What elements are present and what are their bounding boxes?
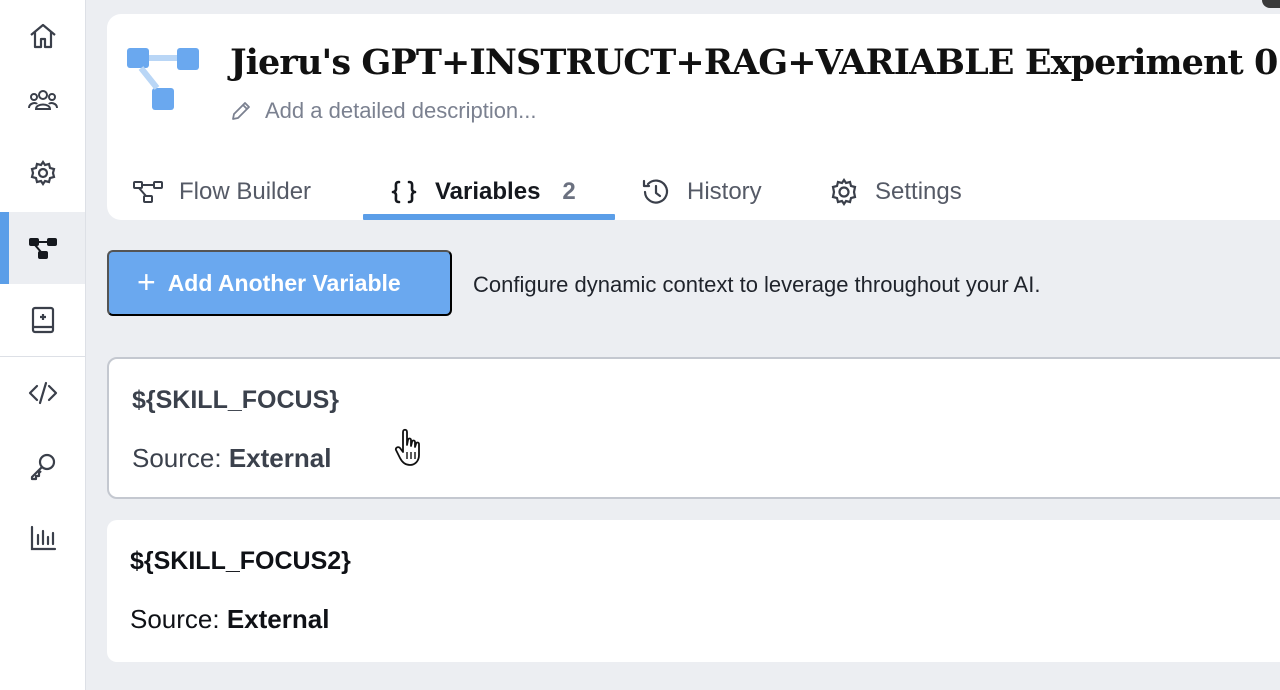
tab-settings[interactable]: Settings [827,164,962,220]
sidebar-item-knowledge[interactable] [0,284,85,356]
add-variable-label: Add Another Variable [167,269,401,296]
tab-label: Settings [875,178,962,205]
history-icon [642,179,669,204]
active-tab-indicator [363,214,615,220]
description-placeholder: Add a detailed description... [265,98,537,123]
hand-pointer-icon [394,428,420,466]
braces-icon [391,180,417,204]
variable-source: Source: External [130,604,329,635]
users-icon [27,90,58,110]
tab-flow-builder[interactable]: Flow Builder [131,164,311,220]
variable-card[interactable]: ${SKILL_FOCUS} Source: External [107,357,1280,499]
home-icon [29,23,56,49]
sidebar-item-team[interactable] [0,64,85,136]
variable-source: Source: External [132,443,331,474]
tab-history[interactable]: History [639,164,762,220]
sidebar-item-flows[interactable] [0,212,85,284]
tab-variables[interactable]: Variables 2 [387,164,576,220]
add-variable-button[interactable]: + Add Another Variable [107,250,452,316]
source-label: Source: [130,604,220,634]
flow-header: Jieru's GPT+INSTRUCT+RAG+VARIABLE Experi… [107,14,1280,220]
sidebar-item-home[interactable] [0,0,85,72]
plus-icon: + [137,263,156,300]
sidebar [0,0,86,690]
flow-builder-icon [133,181,163,203]
tab-label: History [687,178,762,205]
flow-icon [28,238,57,259]
tab-bar: Flow Builder Variables 2 History Setting… [107,164,1107,220]
window-corner [1262,0,1280,8]
flow-logo-icon [127,48,199,110]
variables-helper-text: Configure dynamic context to leverage th… [473,272,1041,297]
sidebar-item-settings[interactable] [0,137,85,209]
variables-count-badge: 2 [562,178,576,205]
sidebar-item-analytics[interactable] [0,502,85,574]
book-icon [31,306,54,334]
source-label: Source: [132,443,222,473]
page-title: Jieru's GPT+INSTRUCT+RAG+VARIABLE Experi… [230,42,1280,83]
sidebar-item-code[interactable] [0,357,85,429]
tab-label: Variables [435,178,541,205]
tab-label: Flow Builder [179,178,312,205]
variable-name: ${SKILL_FOCUS2} [130,547,351,575]
variable-card[interactable]: ${SKILL_FOCUS2} Source: External [107,520,1280,662]
key-icon [30,453,55,481]
code-icon [28,381,57,405]
pencil-icon [232,102,250,120]
gear-icon [831,178,857,206]
gear-icon [30,160,55,186]
chart-icon [30,525,56,551]
source-value: External [228,443,332,473]
source-value: External [226,604,330,634]
description-field[interactable]: Add a detailed description... [229,98,537,124]
sidebar-item-keys[interactable] [0,430,85,502]
variable-name: ${SKILL_FOCUS} [132,386,339,414]
